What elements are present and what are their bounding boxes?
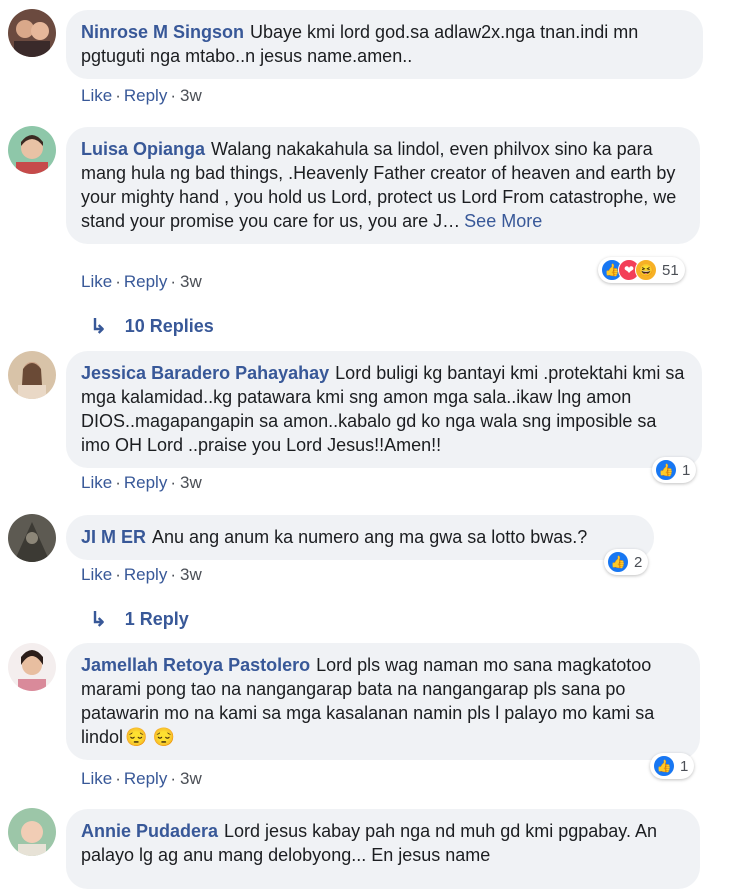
reaction-summary[interactable]: 👍 1 (650, 753, 695, 779)
comment-actions: Like · Reply · 3w (81, 565, 202, 584)
haha-icon: 😆 (635, 259, 657, 281)
avatar[interactable] (8, 126, 56, 174)
reply-link[interactable]: Reply (124, 565, 167, 584)
comment-bubble: Luisa Opianga Walang nakakahula sa lindol… (66, 127, 700, 244)
timestamp[interactable]: 3w (180, 565, 202, 584)
reaction-summary[interactable]: 👍 ❤ 😆 51 (598, 257, 685, 283)
replies-label: 1 Reply (124, 609, 189, 629)
comment-author[interactable]: Jamellah Retoya Pastolero (81, 655, 310, 675)
reply-link[interactable]: Reply (124, 86, 167, 105)
timestamp[interactable]: 3w (180, 272, 202, 291)
reaction-summary[interactable]: 👍 2 (604, 549, 649, 575)
timestamp[interactable]: 3w (180, 769, 202, 788)
thumbs-up-icon: 👍 (653, 755, 675, 777)
avatar[interactable] (8, 514, 56, 562)
comment-author[interactable]: Luisa Opianga (81, 139, 205, 159)
avatar[interactable] (8, 808, 56, 856)
see-more-link[interactable]: See More (464, 211, 542, 231)
comment-author[interactable]: Jessica Baradero Pahayahay (81, 363, 329, 383)
comment-actions: Like · Reply · 3w (81, 473, 202, 492)
like-link[interactable]: Like (81, 769, 112, 788)
comment-actions: Like · Reply · 3w (81, 272, 202, 291)
comment-bubble: Jamellah Retoya Pastolero Lord pls wag na… (66, 643, 700, 760)
avatar[interactable] (8, 9, 56, 57)
view-replies-link[interactable]: ↳ 10 Replies (90, 314, 214, 339)
reply-link[interactable]: Reply (124, 272, 167, 291)
reaction-count: 1 (682, 461, 691, 479)
comment-bubble: Jessica Baradero Pahayahay Lord buligi kg… (66, 351, 702, 468)
reply-link[interactable]: Reply (124, 473, 167, 492)
avatar[interactable] (8, 643, 56, 691)
emoji: 😔 😔 (125, 727, 175, 747)
comment-author[interactable]: Ninrose M Singson (81, 22, 244, 42)
reaction-summary[interactable]: 👍 1 (652, 457, 697, 483)
like-link[interactable]: Like (81, 473, 112, 492)
reply-arrow-icon: ↳ (90, 316, 107, 338)
like-link[interactable]: Like (81, 86, 112, 105)
timestamp[interactable]: 3w (180, 473, 202, 492)
reaction-count: 1 (680, 757, 689, 775)
avatar[interactable] (8, 351, 56, 399)
reply-arrow-icon: ↳ (90, 609, 107, 631)
comment-text: Anu ang anum ka numero ang ma gwa sa lot… (152, 527, 588, 547)
comment-bubble: Ninrose M Singson Ubaye kmi lord god.sa a… (66, 10, 703, 79)
comment-bubble: JI M ER Anu ang anum ka numero ang ma gwa… (66, 515, 654, 560)
comment-author[interactable]: JI M ER (81, 527, 146, 547)
timestamp[interactable]: 3w (180, 86, 202, 105)
thumbs-up-icon: 👍 (655, 459, 677, 481)
thumbs-up-icon: 👍 (607, 551, 629, 573)
comment-bubble: Annie Pudadera Lord jesus kabay pah nga n… (66, 809, 700, 889)
comment-actions: Like · Reply · 3w (81, 769, 202, 788)
reply-link[interactable]: Reply (124, 769, 167, 788)
like-link[interactable]: Like (81, 565, 112, 584)
like-link[interactable]: Like (81, 272, 112, 291)
reaction-count: 51 (662, 261, 679, 279)
comment-author[interactable]: Annie Pudadera (81, 821, 218, 841)
view-replies-link[interactable]: ↳ 1 Reply (90, 607, 189, 632)
replies-label: 10 Replies (124, 316, 214, 336)
comment-actions: Like · Reply · 3w (81, 86, 202, 105)
reaction-count: 2 (634, 553, 643, 571)
